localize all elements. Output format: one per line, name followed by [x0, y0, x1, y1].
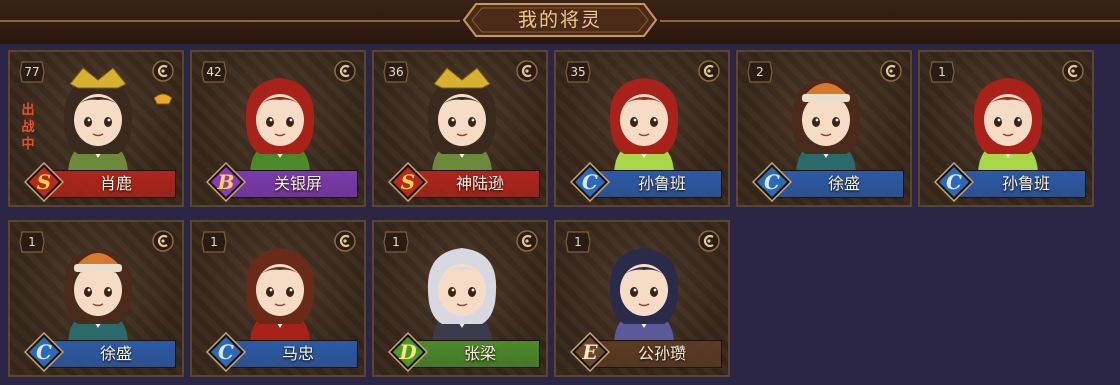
coin-icon	[516, 60, 538, 82]
general-portrait	[48, 232, 148, 347]
level-badge: 1	[564, 230, 592, 254]
level-value: 1	[574, 235, 582, 249]
level-value: 1	[210, 235, 218, 249]
level-badge: 77	[18, 60, 46, 84]
coin-icon	[880, 60, 902, 82]
level-value: 35	[570, 65, 586, 79]
general-grid: 77 出战中 肖鹿 S 42 关银屏 B 36 神陆逊 S 35 孙鲁班 C 2…	[0, 44, 1120, 385]
in-battle-tag: 出战中	[21, 103, 35, 152]
general-card[interactable]: 77 出战中 肖鹿 S	[8, 50, 184, 207]
top-bar: 我的将灵	[0, 0, 1120, 46]
general-card[interactable]: 1 马忠 C	[190, 220, 366, 377]
rank-letter: C	[218, 340, 234, 364]
general-portrait	[230, 232, 330, 347]
rank-badge: C	[570, 162, 610, 202]
level-badge: 1	[18, 230, 46, 254]
rank-letter: B	[217, 170, 235, 194]
rank-badge: S	[388, 162, 428, 202]
coin-icon	[698, 60, 720, 82]
level-value: 1	[938, 65, 946, 79]
level-value: 1	[28, 235, 36, 249]
general-card[interactable]: 2 徐盛 C	[736, 50, 912, 207]
rank-letter: E	[582, 340, 598, 364]
general-portrait	[412, 62, 512, 177]
general-card[interactable]: 1 孙鲁班 C	[918, 50, 1094, 207]
general-card[interactable]: 1 公孙瓒 E	[554, 220, 730, 377]
rank-badge: C	[752, 162, 792, 202]
level-value: 2	[756, 65, 764, 79]
rank-badge: D	[388, 332, 428, 372]
coin-icon	[334, 60, 356, 82]
coin-icon	[1062, 60, 1084, 82]
general-card[interactable]: 1 徐盛 C	[8, 220, 184, 377]
general-portrait	[412, 232, 512, 347]
general-card[interactable]: 35 孙鲁班 C	[554, 50, 730, 207]
level-value: 42	[206, 65, 222, 79]
level-badge: 35	[564, 60, 592, 84]
rank-badge: S	[24, 162, 64, 202]
rank-badge: C	[206, 332, 246, 372]
top-bar-rule-right	[660, 20, 1120, 22]
rank-letter: D	[399, 340, 417, 364]
level-badge: 36	[382, 60, 410, 84]
general-portrait	[594, 62, 694, 177]
coin-icon	[152, 60, 174, 82]
level-badge: 42	[200, 60, 228, 84]
rank-letter: S	[36, 170, 52, 194]
top-bar-rule-left	[0, 20, 460, 22]
rank-letter: C	[36, 340, 52, 364]
coin-icon	[152, 230, 174, 252]
general-portrait	[958, 62, 1058, 177]
coin-icon	[698, 230, 720, 252]
level-value: 1	[392, 235, 400, 249]
level-badge: 1	[928, 60, 956, 84]
rank-badge: B	[206, 162, 246, 202]
general-portrait	[594, 232, 694, 347]
general-portrait	[48, 62, 148, 177]
rank-letter: C	[764, 170, 780, 194]
gold-ingot-icon	[152, 90, 174, 106]
coin-icon	[516, 230, 538, 252]
general-card[interactable]: 1 张梁 D	[372, 220, 548, 377]
level-badge: 1	[382, 230, 410, 254]
page-title: 我的将灵	[517, 9, 602, 31]
rank-letter: C	[946, 170, 962, 194]
general-card[interactable]: 36 神陆逊 S	[372, 50, 548, 207]
level-value: 36	[388, 65, 404, 79]
general-card[interactable]: 42 关银屏 B	[190, 50, 366, 207]
level-badge: 1	[200, 230, 228, 254]
rank-badge: C	[934, 162, 974, 202]
rank-letter: S	[400, 170, 416, 194]
level-badge: 2	[746, 60, 774, 84]
rank-badge: C	[24, 332, 64, 372]
title-plate: 我的将灵	[462, 2, 658, 38]
general-portrait	[230, 62, 330, 177]
general-portrait	[776, 62, 876, 177]
rank-badge: E	[570, 332, 610, 372]
level-value: 77	[24, 65, 40, 79]
rank-letter: C	[582, 170, 598, 194]
coin-icon	[334, 230, 356, 252]
